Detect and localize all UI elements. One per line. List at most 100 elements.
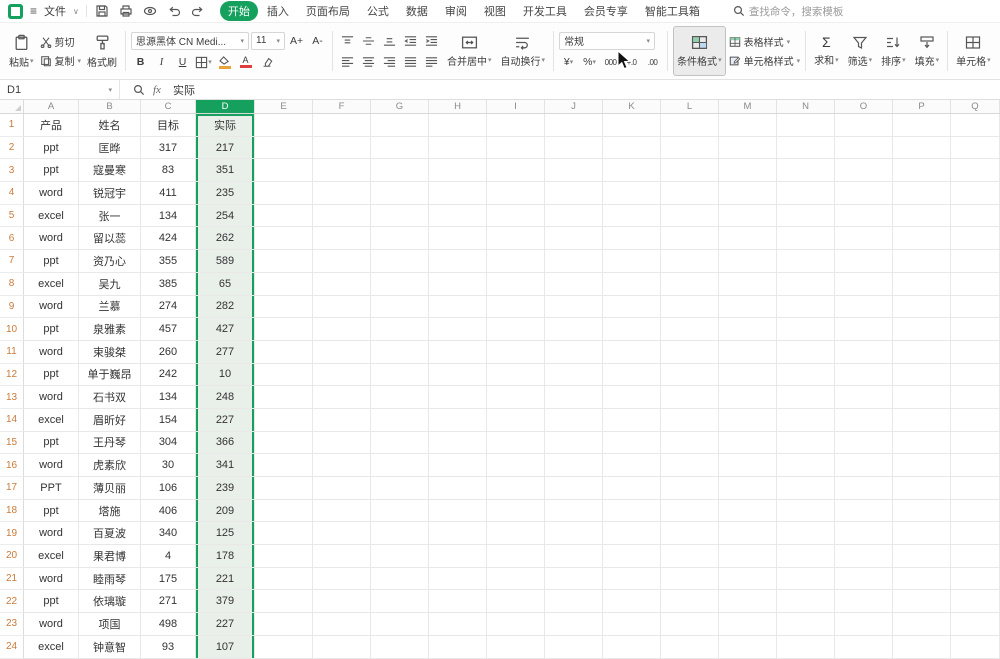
cell-H17[interactable] bbox=[429, 477, 487, 500]
cell-M2[interactable] bbox=[719, 136, 777, 160]
cell-K21[interactable] bbox=[603, 567, 661, 591]
cell-P7[interactable] bbox=[893, 250, 951, 273]
cell-P13[interactable] bbox=[893, 386, 951, 409]
cell-B18[interactable]: 塔施 bbox=[79, 499, 141, 523]
tab-page-layout[interactable]: 页面布局 bbox=[298, 1, 358, 21]
cell-N1[interactable] bbox=[777, 114, 835, 137]
cell-L3[interactable] bbox=[661, 159, 719, 183]
cell-L6[interactable] bbox=[661, 227, 719, 251]
cell-O8[interactable] bbox=[835, 272, 893, 296]
cell-G5[interactable] bbox=[371, 204, 429, 228]
italic-button[interactable]: I bbox=[152, 54, 171, 71]
valign-middle-button[interactable] bbox=[359, 32, 378, 49]
cell-I16[interactable] bbox=[487, 454, 545, 477]
cell-L9[interactable] bbox=[661, 295, 719, 319]
row-header-16[interactable]: 16 bbox=[0, 454, 24, 477]
cell-C8[interactable]: 385 bbox=[141, 272, 196, 296]
cell-O16[interactable] bbox=[835, 454, 893, 477]
cell-J23[interactable] bbox=[545, 613, 603, 636]
cell-E12[interactable] bbox=[255, 363, 313, 387]
cell-B5[interactable]: 张一 bbox=[79, 204, 141, 228]
cell-G10[interactable] bbox=[371, 318, 429, 341]
currency-button[interactable]: ¥ ▾ bbox=[559, 54, 578, 71]
cell-B3[interactable]: 寇曼寒 bbox=[79, 159, 141, 183]
tab-insert[interactable]: 插入 bbox=[259, 1, 297, 21]
cell-B24[interactable]: 钟意智 bbox=[79, 635, 141, 659]
cell-D6[interactable]: 262 bbox=[196, 227, 255, 251]
cell-P8[interactable] bbox=[893, 272, 951, 296]
save-icon[interactable] bbox=[94, 3, 111, 20]
column-header-A[interactable]: A bbox=[24, 100, 79, 113]
cell-C12[interactable]: 242 bbox=[141, 363, 196, 387]
undo-icon[interactable] bbox=[166, 3, 183, 20]
cell-H20[interactable] bbox=[429, 545, 487, 568]
column-header-H[interactable]: H bbox=[429, 100, 487, 113]
cell-K23[interactable] bbox=[603, 613, 661, 636]
cell-E18[interactable] bbox=[255, 499, 313, 523]
cell-P4[interactable] bbox=[893, 182, 951, 205]
row-header-19[interactable]: 19 bbox=[0, 522, 24, 546]
number-format-select[interactable]: 常规 ▾ bbox=[559, 31, 656, 50]
cell-A23[interactable]: word bbox=[24, 613, 79, 636]
row-header-18[interactable]: 18 bbox=[0, 499, 24, 523]
cell-I6[interactable] bbox=[487, 227, 545, 251]
tab-member[interactable]: 会员专享 bbox=[576, 1, 636, 21]
cell-H15[interactable] bbox=[429, 431, 487, 455]
increase-font-button[interactable]: A+ bbox=[287, 32, 306, 49]
cell-L17[interactable] bbox=[661, 477, 719, 500]
tab-home[interactable]: 开始 bbox=[219, 1, 258, 21]
cell-A24[interactable]: excel bbox=[24, 635, 79, 659]
cell-E9[interactable] bbox=[255, 295, 313, 319]
column-header-L[interactable]: L bbox=[661, 100, 719, 113]
cell-O6[interactable] bbox=[835, 227, 893, 251]
cell-K17[interactable] bbox=[603, 477, 661, 500]
cell-A7[interactable]: ppt bbox=[24, 250, 79, 273]
cell-N5[interactable] bbox=[777, 204, 835, 228]
cell-C11[interactable]: 260 bbox=[141, 340, 196, 364]
cell-L8[interactable] bbox=[661, 272, 719, 296]
cell-N6[interactable] bbox=[777, 227, 835, 251]
cell-J12[interactable] bbox=[545, 363, 603, 387]
cell-H12[interactable] bbox=[429, 363, 487, 387]
cell-H5[interactable] bbox=[429, 204, 487, 228]
cell-G24[interactable] bbox=[371, 635, 429, 659]
cell-P2[interactable] bbox=[893, 136, 951, 160]
cell-L2[interactable] bbox=[661, 136, 719, 160]
cell-A5[interactable]: excel bbox=[24, 204, 79, 228]
row-header-20[interactable]: 20 bbox=[0, 545, 24, 568]
sum-button[interactable]: Σ 求和 ▾ bbox=[811, 26, 842, 76]
font-size-select[interactable]: 11 ▾ bbox=[251, 31, 286, 50]
cell-M24[interactable] bbox=[719, 635, 777, 659]
cell-G18[interactable] bbox=[371, 499, 429, 523]
cell-F19[interactable] bbox=[313, 522, 371, 546]
cell-J24[interactable] bbox=[545, 635, 603, 659]
cell-M14[interactable] bbox=[719, 408, 777, 432]
cell-H9[interactable] bbox=[429, 295, 487, 319]
column-header-E[interactable]: E bbox=[255, 100, 313, 113]
column-header-J[interactable]: J bbox=[545, 100, 603, 113]
cell-N12[interactable] bbox=[777, 363, 835, 387]
cell-Q19[interactable] bbox=[951, 522, 1000, 546]
cell-N4[interactable] bbox=[777, 182, 835, 205]
cell-E8[interactable] bbox=[255, 272, 313, 296]
cell-J13[interactable] bbox=[545, 386, 603, 409]
cell-M17[interactable] bbox=[719, 477, 777, 500]
cell-C6[interactable]: 424 bbox=[141, 227, 196, 251]
font-name-select[interactable]: 思源黑体 CN Medi... ▾ bbox=[131, 31, 250, 50]
conditional-format-button[interactable]: 条件格式 ▾ bbox=[673, 26, 726, 76]
cell-O19[interactable] bbox=[835, 522, 893, 546]
cell-P5[interactable] bbox=[893, 204, 951, 228]
cell-B7[interactable]: 资乃心 bbox=[79, 250, 141, 273]
cell-I13[interactable] bbox=[487, 386, 545, 409]
cell-L7[interactable] bbox=[661, 250, 719, 273]
cell-P3[interactable] bbox=[893, 159, 951, 183]
cell-A11[interactable]: word bbox=[24, 340, 79, 364]
column-header-O[interactable]: O bbox=[835, 100, 893, 113]
cell-H18[interactable] bbox=[429, 499, 487, 523]
cell-F9[interactable] bbox=[313, 295, 371, 319]
cell-E19[interactable] bbox=[255, 522, 313, 546]
cell-N24[interactable] bbox=[777, 635, 835, 659]
cell-B23[interactable]: 项国 bbox=[79, 613, 141, 636]
decrease-decimal-button[interactable]: .00 bbox=[643, 54, 662, 71]
cell-D20[interactable]: 178 bbox=[196, 545, 255, 568]
